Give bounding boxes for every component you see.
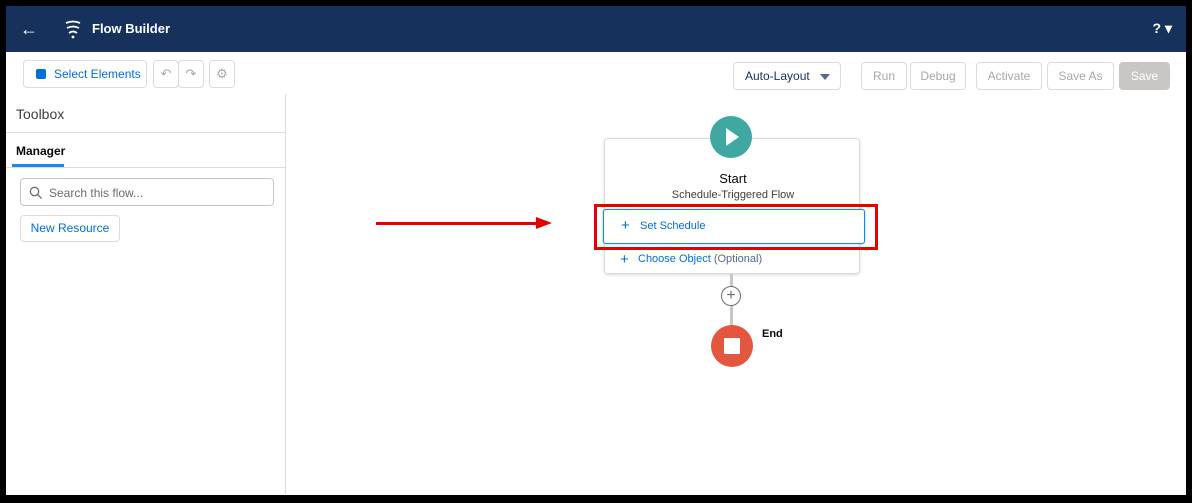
tab-manager[interactable]: Manager (16, 144, 65, 158)
new-resource-button[interactable]: New Resource (20, 215, 120, 242)
save-button[interactable]: Save (1119, 62, 1170, 90)
gear-icon: ⚙ (216, 66, 228, 81)
layout-select-value: Auto-Layout (745, 69, 810, 83)
start-node[interactable] (710, 116, 752, 158)
app-frame: ← Flow Builder ? ▾ Select Elements ↶ ↷ ⚙… (6, 6, 1186, 495)
settings-button[interactable]: ⚙ (209, 60, 235, 88)
undo-icon: ↶ (160, 66, 172, 81)
choose-object-button[interactable]: + Choose Object (Optional) (604, 248, 860, 272)
start-subtitle: Schedule-Triggered Flow (671, 189, 795, 201)
stop-icon (724, 338, 740, 354)
toolbar: Select Elements ↶ ↷ ⚙ Auto-Layout Run De… (6, 52, 1186, 95)
set-schedule-label: Set Schedule (640, 220, 706, 232)
debug-button[interactable]: Debug (910, 62, 966, 90)
add-element-button[interactable]: + (721, 286, 741, 306)
annotation-arrow-line (376, 222, 538, 225)
end-node[interactable] (711, 325, 753, 367)
help-menu-button[interactable]: ? ▾ (1153, 20, 1172, 37)
optional-text: (Optional) (713, 253, 763, 265)
app-header: ← Flow Builder ? ▾ (6, 6, 1186, 52)
redo-button[interactable]: ↷ (178, 60, 204, 88)
redo-icon: ↷ (185, 66, 197, 81)
activate-button[interactable]: Activate (976, 62, 1042, 90)
checkbox-icon (36, 69, 46, 79)
select-elements-button[interactable]: Select Elements (23, 60, 147, 88)
plus-icon: + (620, 251, 629, 268)
annotation-arrow-head (536, 217, 552, 229)
back-button[interactable]: ← (18, 18, 40, 40)
plus-circle-icon: + (726, 287, 736, 304)
app-title: Flow Builder (92, 21, 170, 36)
toolbox-panel: Toolbox Manager New Resource (6, 94, 286, 495)
divider (6, 167, 285, 168)
save-as-button[interactable]: Save As (1047, 62, 1114, 90)
divider (6, 132, 285, 133)
flow-icon (65, 20, 81, 39)
end-label: End (762, 328, 783, 340)
run-button[interactable]: Run (861, 62, 907, 90)
layout-select[interactable]: Auto-Layout (733, 62, 841, 90)
chevron-down-icon (820, 74, 830, 80)
plus-icon: + (621, 217, 630, 234)
play-icon (726, 128, 739, 146)
set-schedule-button[interactable]: + Set Schedule (603, 209, 865, 244)
start-label: Start (719, 171, 747, 186)
choose-object-text: Choose Object (638, 253, 711, 265)
flow-canvas[interactable]: Start Schedule-Triggered Flow + Set Sche… (286, 94, 1186, 495)
select-elements-label: Select Elements (54, 67, 141, 81)
undo-button[interactable]: ↶ (153, 60, 179, 88)
choose-object-label: Choose Object (Optional) (638, 253, 762, 265)
arrow-left-icon: ← (20, 19, 38, 39)
search-input[interactable] (47, 183, 271, 203)
toolbox-title: Toolbox (16, 106, 65, 122)
search-icon (29, 186, 43, 200)
search-box[interactable] (20, 178, 274, 206)
